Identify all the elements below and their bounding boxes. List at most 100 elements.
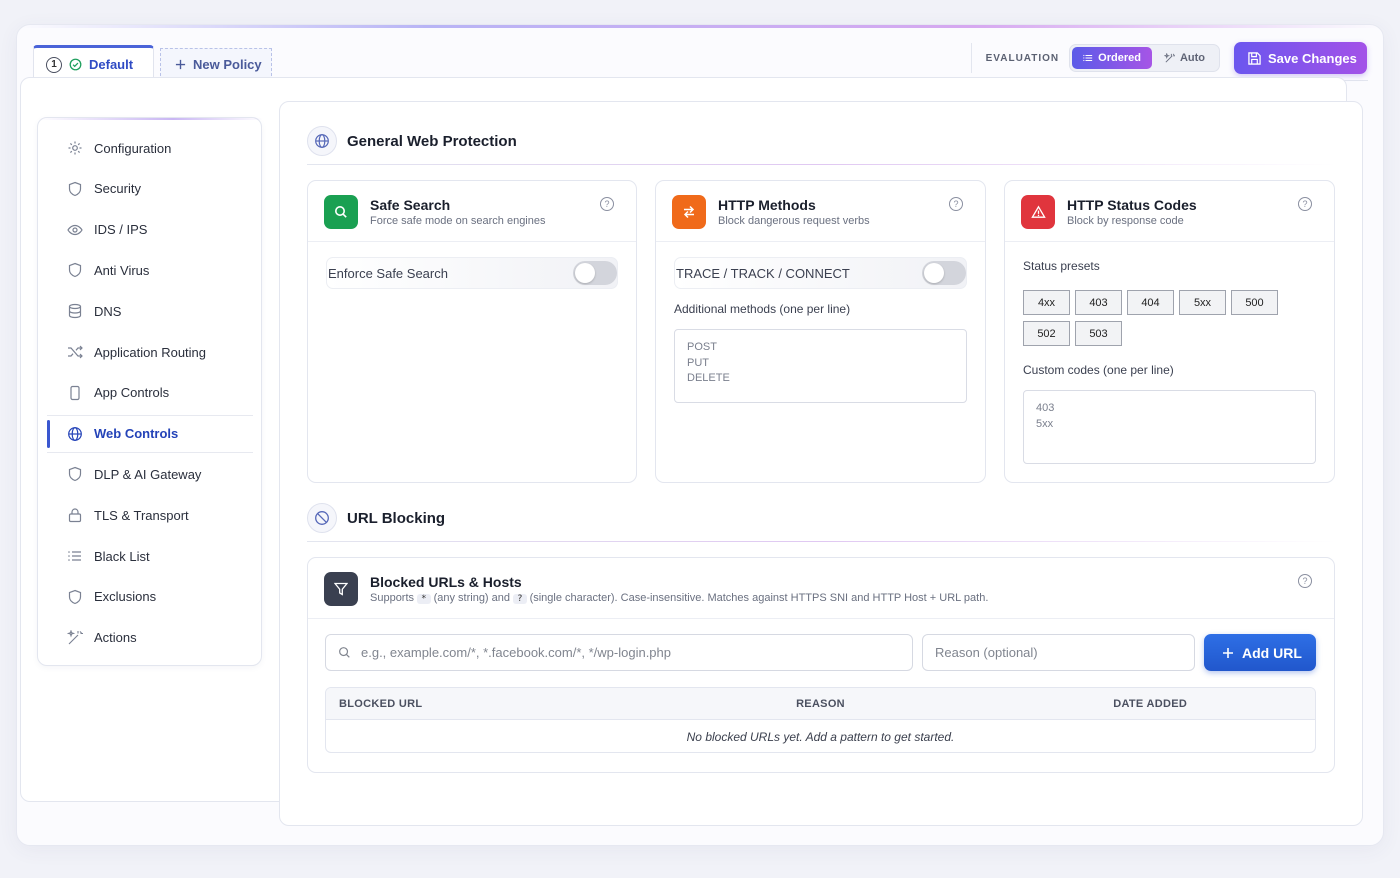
- http-status-header: HTTP Status Codes Block by response code: [1021, 195, 1197, 229]
- safe-search-header: Safe Search Force safe mode on search en…: [324, 195, 546, 229]
- sidebar-item-label: TLS & Transport: [94, 507, 189, 523]
- subtitle-any: (any string) and: [433, 592, 511, 604]
- card-divider: [656, 241, 985, 242]
- shield-icon: [68, 467, 82, 482]
- preset-4xx[interactable]: 4xx: [1023, 290, 1070, 315]
- sidebar-item-label: DNS: [94, 303, 122, 319]
- sidebar-item-web-controls[interactable]: Web Controls: [47, 414, 253, 453]
- sidebar-item-dlp-ai-gateway[interactable]: DLP & AI Gateway: [47, 455, 253, 493]
- preset-500[interactable]: 500: [1231, 290, 1278, 315]
- globe-icon: [68, 426, 82, 441]
- save-changes-button[interactable]: Save Changes: [1234, 42, 1367, 74]
- smartphone-icon: [70, 385, 80, 400]
- url-pattern-input[interactable]: e.g., example.com/*, *.facebook.com/*, *…: [325, 634, 913, 671]
- blocked-urls-header: Blocked URLs & Hosts Supports * (any str…: [324, 572, 988, 606]
- sidebar-item-dns[interactable]: DNS: [47, 292, 253, 330]
- lock-icon: [68, 508, 82, 523]
- sidebar-item-black-list[interactable]: Black List: [47, 537, 253, 575]
- column-reason: REASON: [796, 697, 845, 710]
- ordered-label: Ordered: [1098, 52, 1141, 64]
- trace-track-connect-toggle[interactable]: [922, 261, 966, 285]
- preset-404[interactable]: 404: [1127, 290, 1174, 315]
- sidebar-item-label: Exclusions: [94, 589, 157, 605]
- url-blocking-title: URL Blocking: [347, 509, 446, 527]
- save-icon: [1248, 51, 1261, 65]
- subtitle-rest: (single character). Case-insensitive. Ma…: [529, 592, 989, 604]
- preset-5xx[interactable]: 5xx: [1179, 290, 1226, 315]
- sidebar-item-application-routing[interactable]: Application Routing: [47, 333, 253, 371]
- http-methods-card: HTTP Methods Block dangerous request ver…: [655, 180, 986, 483]
- sidebar-item-label: Actions: [94, 630, 137, 646]
- preset-403[interactable]: 403: [1075, 290, 1122, 315]
- http-status-title: HTTP Status Codes: [1067, 197, 1197, 213]
- sidebar-item-actions[interactable]: Actions: [47, 619, 253, 657]
- block-icon: [307, 503, 337, 533]
- sidebar-item-ids-ips[interactable]: IDS / IPS: [47, 211, 253, 249]
- tab-default-label: Default: [89, 57, 134, 72]
- gear-icon: [68, 141, 82, 155]
- general-web-protection-header: General Web Protection: [307, 126, 517, 156]
- reason-input[interactable]: Reason (optional): [922, 634, 1195, 671]
- http-methods-header: HTTP Methods Block dangerous request ver…: [672, 195, 870, 229]
- subtitle-supports: Supports: [370, 592, 415, 604]
- status-presets-label: Status presets: [1023, 259, 1100, 273]
- card-divider: [1005, 241, 1334, 242]
- save-changes-label: Save Changes: [1268, 50, 1357, 66]
- status-presets: 4xx 403 404 5xx 500 502 503: [1023, 290, 1293, 346]
- blocked-urls-subtitle: Supports * (any string) and ? (single ch…: [370, 592, 988, 604]
- section-divider: [307, 541, 1337, 542]
- safe-search-title: Safe Search: [370, 197, 451, 213]
- divider: [970, 43, 972, 73]
- auto-label: Auto: [1179, 52, 1205, 64]
- preset-503[interactable]: 503: [1075, 321, 1122, 346]
- sidebar-item-configuration[interactable]: Configuration: [47, 129, 253, 167]
- additional-methods-label: Additional methods (one per line): [674, 302, 851, 316]
- add-url-label: Add URL: [1242, 644, 1302, 661]
- sidebar-item-label: Anti Virus: [94, 262, 150, 278]
- table-header: BLOCKED URL REASON DATE ADDED: [326, 688, 1315, 720]
- help-icon[interactable]: ?: [1298, 197, 1312, 211]
- general-web-protection-title: General Web Protection: [347, 132, 517, 150]
- warning-triangle-icon: [1021, 195, 1055, 229]
- custom-codes-textarea[interactable]: 403 5xx: [1023, 390, 1316, 464]
- evaluation-ordered-option[interactable]: Ordered: [1072, 47, 1152, 69]
- tab-number-badge: 1: [46, 56, 62, 73]
- trace-track-connect-label: TRACE / TRACK / CONNECT: [676, 265, 850, 281]
- sidebar-item-label: Configuration: [94, 140, 172, 156]
- help-icon[interactable]: ?: [1298, 574, 1312, 588]
- sidebar-item-app-controls[interactable]: App Controls: [47, 374, 253, 412]
- safe-search-card: Safe Search Force safe mode on search en…: [307, 180, 637, 483]
- sidebar-item-tls-transport[interactable]: TLS & Transport: [47, 496, 253, 534]
- url-pattern-placeholder: e.g., example.com/*, *.facebook.com/*, *…: [361, 645, 671, 660]
- evaluation-toggle: Ordered Auto: [1069, 44, 1220, 72]
- sidebar-item-security[interactable]: Security: [47, 170, 253, 208]
- enforce-safe-search-label: Enforce Safe Search: [328, 265, 448, 281]
- blocked-urls-table: BLOCKED URL REASON DATE ADDED No blocked…: [325, 687, 1316, 753]
- globe-icon: [307, 126, 337, 156]
- additional-methods-textarea[interactable]: POST PUT DELETE: [674, 329, 967, 403]
- evaluation-label: EVALUATION: [985, 52, 1060, 64]
- enforce-safe-search-toggle[interactable]: [573, 261, 617, 285]
- shield-icon: [68, 181, 82, 196]
- evaluation-controls: EVALUATION Ordered Auto Save Changes: [970, 42, 1367, 74]
- list-icon: [68, 551, 81, 561]
- wildcard-question-code: ?: [513, 594, 527, 604]
- help-icon[interactable]: ?: [600, 197, 614, 211]
- sidebar-item-exclusions[interactable]: Exclusions: [47, 578, 253, 616]
- empty-state-text: No blocked URLs yet. Add a pattern to ge…: [686, 729, 955, 744]
- shuffle-icon: [68, 345, 83, 359]
- help-icon[interactable]: ?: [949, 197, 963, 211]
- sidebar-item-label: App Controls: [94, 385, 170, 401]
- evaluation-auto-option[interactable]: Auto: [1152, 47, 1217, 69]
- plus-icon: [175, 59, 186, 70]
- http-methods-title: HTTP Methods: [718, 197, 816, 213]
- section-divider: [307, 164, 1337, 165]
- tab-default[interactable]: 1 Default: [33, 45, 154, 81]
- shield-icon: [68, 589, 82, 604]
- add-url-button[interactable]: Add URL: [1204, 634, 1316, 671]
- search-icon: [339, 647, 350, 658]
- card-divider: [308, 241, 636, 242]
- sidebar-item-anti-virus[interactable]: Anti Virus: [47, 251, 253, 289]
- preset-502[interactable]: 502: [1023, 321, 1070, 346]
- http-status-card: HTTP Status Codes Block by response code…: [1004, 180, 1335, 483]
